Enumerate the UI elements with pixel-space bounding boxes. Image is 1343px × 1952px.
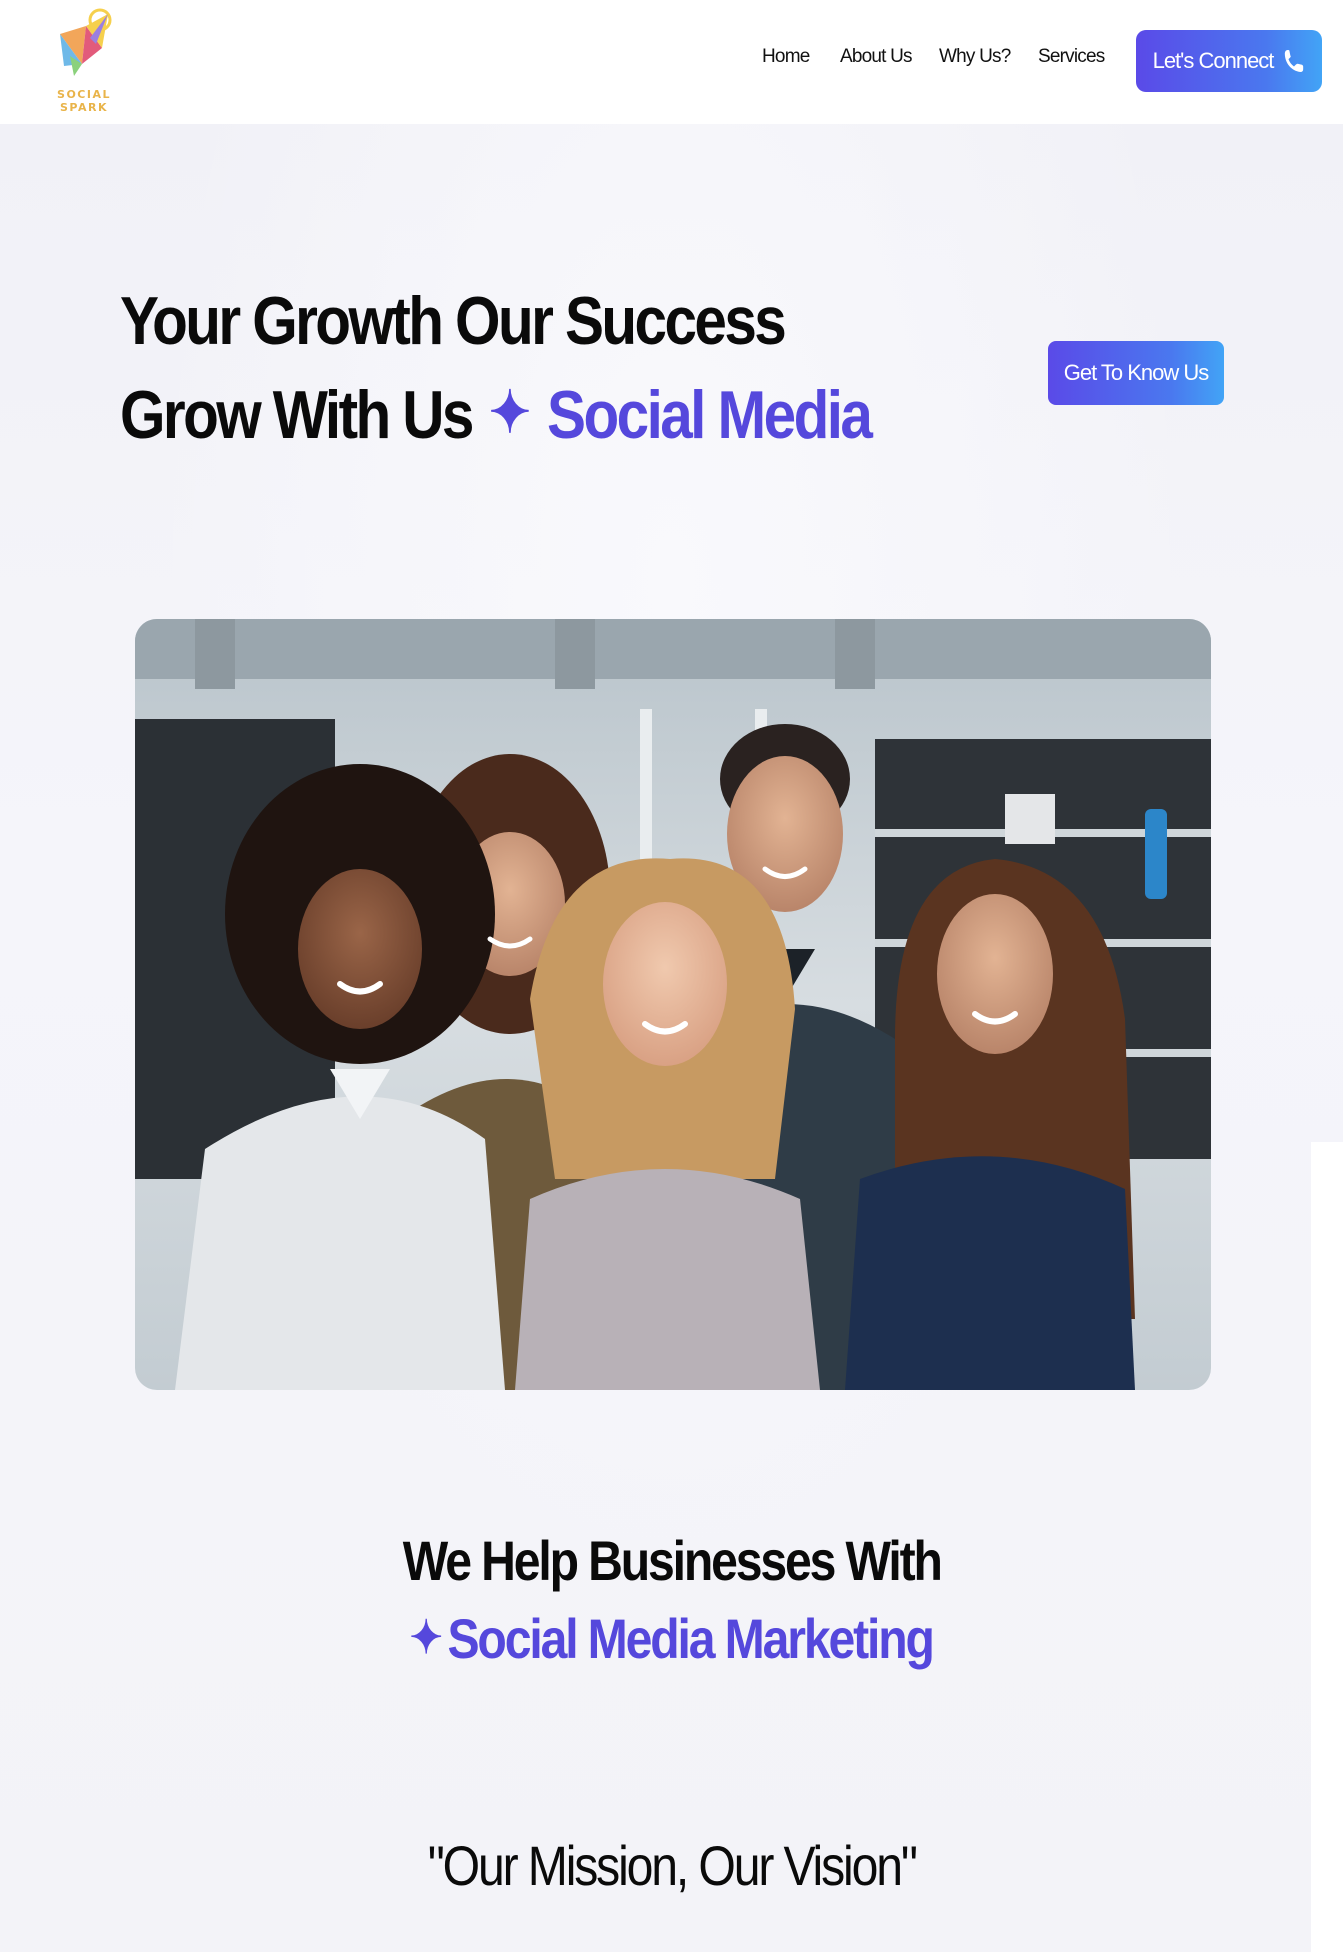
lets-connect-button[interactable]: Let's Connect [1136, 30, 1322, 92]
paper-plane-spark-logo-icon [60, 8, 112, 76]
brand-logo[interactable]: SOCIAL SPARK [36, 4, 132, 114]
sparkle-icon: ✦ [409, 1611, 443, 1663]
team-photo-illustration [135, 619, 1211, 1390]
hero-headline-line-2: Grow With Us ✦ Social Media [120, 376, 873, 454]
brand-name: SOCIAL SPARK [57, 88, 111, 114]
hero-line-2-text: Grow With Us [120, 377, 474, 453]
mission-title-text: "Our Mission, Our Vision" [427, 1834, 917, 1897]
help-subtitle-text: Social Media Marketing [447, 1607, 935, 1670]
hero-headline-line-1: Your Growth Our Success [120, 283, 787, 359]
phone-icon [1285, 50, 1304, 72]
help-subtitle: ✦ Social Media Marketing [0, 1606, 1343, 1671]
hero-accent-text: Social Media [547, 377, 873, 453]
mission-title: "Our Mission, Our Vision" [0, 1833, 1343, 1898]
lets-connect-label: Let's Connect [1152, 48, 1275, 73]
sparkle-icon: ✦ [488, 380, 531, 445]
team-photo [135, 619, 1211, 1390]
help-title: We Help Businesses With [0, 1528, 1343, 1593]
nav-why-us[interactable]: Why Us? [939, 46, 1011, 78]
get-to-know-us-button[interactable]: Get To Know Us [1048, 341, 1224, 405]
nav-about-us[interactable]: About Us [840, 46, 913, 78]
site-header: SOCIAL SPARK Home About Us Why Us? Servi… [0, 0, 1343, 124]
help-title-text: We Help Businesses With [402, 1529, 942, 1592]
nav-home[interactable]: Home [762, 46, 810, 78]
help-subtitle-wrap: ✦ Social Media Marketing [409, 1606, 935, 1671]
nav-services[interactable]: Services [1038, 46, 1105, 78]
